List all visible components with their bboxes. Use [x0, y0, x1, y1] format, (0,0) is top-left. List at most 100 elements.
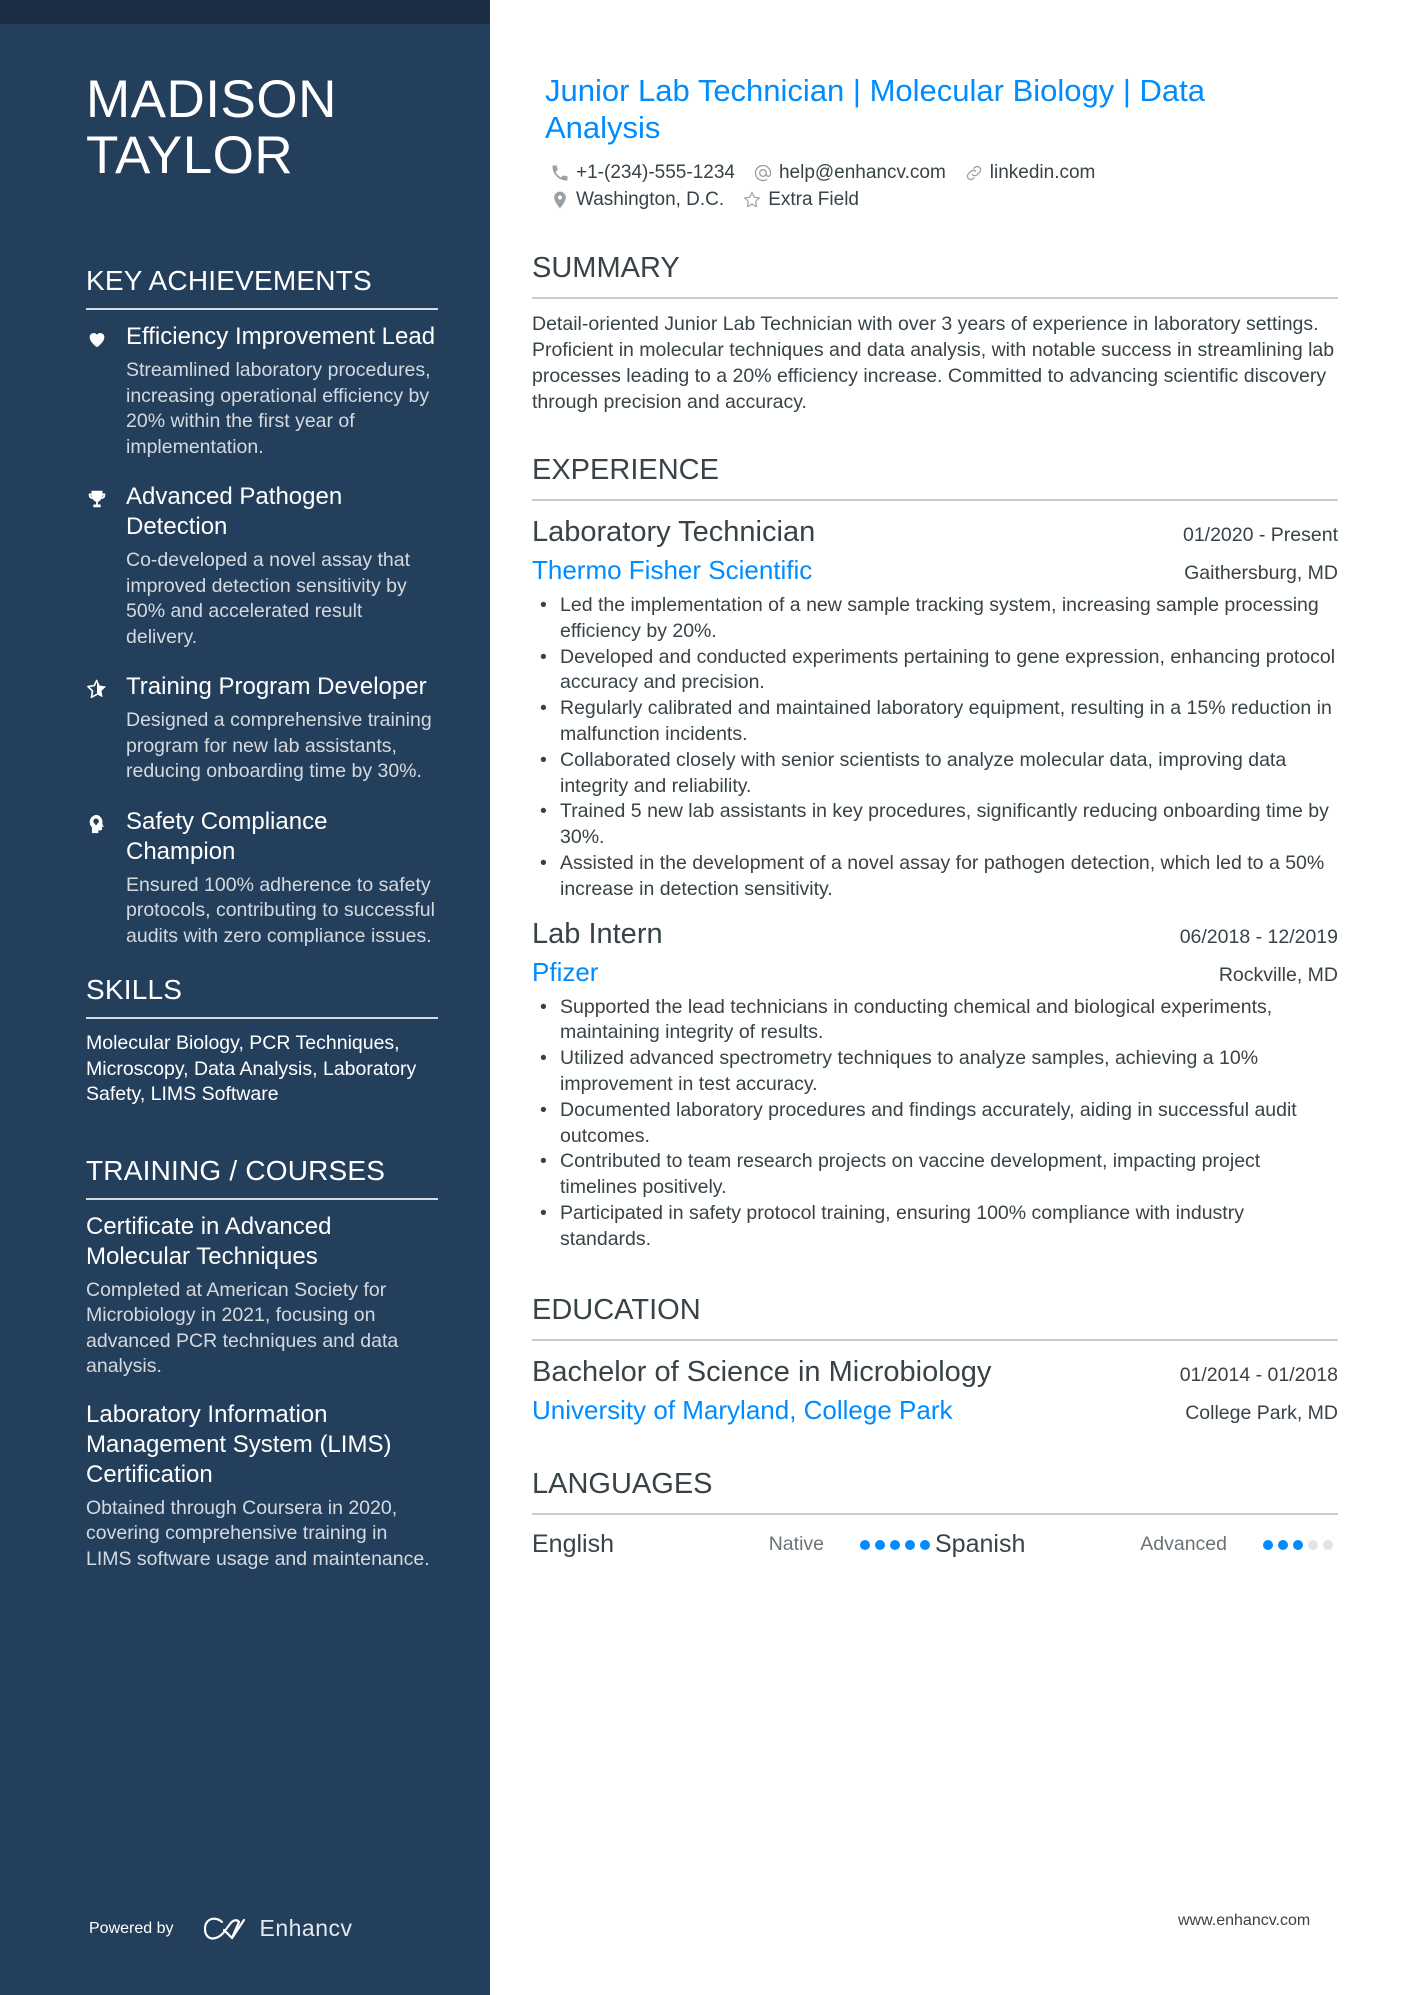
star-outline-icon — [744, 191, 761, 207]
language-name: Spanish — [935, 1530, 1026, 1559]
experience-bullets: Supported the lead technicians in conduc… — [532, 995, 1338, 1253]
language-name: English — [532, 1530, 614, 1559]
section-title: KEY ACHIEVEMENTS — [86, 264, 438, 310]
rating-dot — [1293, 1539, 1303, 1550]
experience-bullet: Contributed to team research projects on… — [532, 1149, 1338, 1201]
training-courses-section: TRAINING / COURSES Certificate in Advanc… — [86, 1154, 438, 1573]
experience-bullet: Supported the lead technicians in conduc… — [532, 995, 1338, 1047]
achievement-title: Efficiency Improvement Lead — [126, 323, 436, 350]
rating-dot — [875, 1539, 885, 1550]
language-level: Advanced — [1140, 1533, 1227, 1556]
enhancv-logo[interactable]: Enhancv — [202, 1915, 353, 1942]
school-location: College Park, MD — [1185, 1401, 1338, 1424]
experience-bullet: Participated in safety protocol training… — [532, 1201, 1338, 1253]
rating-dot — [905, 1539, 915, 1550]
course-description: Obtained through Coursera in 2020, cover… — [86, 1496, 430, 1570]
brand-name: Enhancv — [259, 1915, 353, 1941]
language-rating — [1263, 1539, 1338, 1550]
experience-bullet: Documented laboratory procedures and fin… — [532, 1098, 1338, 1150]
education-section: EDUCATION Bachelor of Science in Microbi… — [532, 1293, 1338, 1429]
summary-section: SUMMARY Detail-oriented Junior Lab Techn… — [532, 251, 1338, 415]
language-rating — [860, 1539, 935, 1550]
linkedin-contact[interactable]: linkedin.com — [964, 159, 1096, 186]
job-dates: 06/2018 - 12/2019 — [1179, 925, 1338, 948]
course-item: Laboratory Information Management System… — [86, 1400, 438, 1573]
head-icon — [86, 807, 126, 950]
skills-list: Molecular Biology, PCR Techniques, Micro… — [86, 1032, 417, 1105]
star-icon — [86, 672, 126, 785]
achievement-description: Designed a comprehensive training progra… — [126, 709, 432, 782]
summary-text: Detail-oriented Junior Lab Technician wi… — [532, 313, 1335, 413]
company-name[interactable]: Thermo Fisher Scientific — [532, 551, 812, 589]
language-item: English Native — [532, 1530, 935, 1559]
key-achievements-section: KEY ACHIEVEMENTS Efficiency Improvement … — [86, 264, 438, 949]
education-entry: Bachelor of Science in Microbiology 01/2… — [532, 1353, 1338, 1429]
powered-by: Powered by Enhancv — [89, 1915, 353, 1942]
job-location: Rockville, MD — [1218, 963, 1338, 986]
contact-info: +1-(234)-555-1234 help@enhancv.com linke… — [532, 159, 1338, 213]
achievement-title: Advanced Pathogen Detection — [126, 483, 343, 540]
section-title: EXPERIENCE — [532, 453, 1338, 501]
enhancv-logo-icon — [203, 1917, 245, 1939]
skills-section: SKILLS Molecular Biology, PCR Techniques… — [86, 973, 438, 1108]
languages-section: LANGUAGES English Native Spanish Advanced — [532, 1467, 1338, 1563]
course-title: Certificate in Advanced Molecular Techni… — [86, 1212, 332, 1270]
phone-number: +1-(234)-555-1234 — [576, 162, 735, 183]
achievement-item: Safety Compliance Champion Ensured 100% a… — [86, 807, 438, 950]
experience-entry: Lab Intern 06/2018 - 12/2019 Pfizer Rockvil… — [532, 915, 1338, 1253]
achievement-description: Streamlined laboratory procedures, incre… — [126, 359, 431, 458]
heart-icon — [86, 322, 126, 460]
footer-url[interactable]: www.enhancv.com — [1178, 1912, 1310, 1930]
job-title: Lab Intern — [532, 917, 663, 950]
company-name[interactable]: Pfizer — [532, 953, 598, 991]
location-pin-icon — [554, 191, 566, 208]
rating-dot — [1323, 1539, 1333, 1550]
course-description: Completed at American Society for Microb… — [86, 1278, 399, 1378]
experience-bullet: Led the implementation of a new sample t… — [532, 593, 1338, 645]
extra-field-text: Extra Field — [768, 189, 859, 210]
achievement-item: Efficiency Improvement Lead Streamlined l… — [86, 322, 438, 460]
experience-bullet: Regularly calibrated and maintained labo… — [532, 696, 1338, 748]
experience-bullets: Led the implementation of a new sample t… — [532, 593, 1338, 903]
email-contact[interactable]: help@enhancv.com — [753, 159, 946, 186]
main-content: Junior Lab Technician | Molecular Biolog… — [532, 72, 1338, 1563]
rating-dot — [860, 1539, 870, 1550]
achievement-title: Training Program Developer — [126, 673, 427, 700]
sidebar: MADISON TAYLOR KEY ACHIEVEMENTS Efficien… — [0, 0, 490, 1995]
linkedin-link: linkedin.com — [989, 162, 1096, 183]
extra-field: Extra Field — [742, 186, 859, 213]
phone-icon — [552, 165, 568, 180]
achievement-title: Safety Compliance Champion — [126, 807, 328, 865]
rating-dot — [1308, 1539, 1318, 1550]
section-title: TRAINING / COURSES — [86, 1154, 438, 1200]
course-item: Certificate in Advanced Molecular Techni… — [86, 1212, 438, 1380]
achievement-item: Advanced Pathogen Detection Co-developed … — [86, 482, 438, 650]
job-title: Laboratory Technician — [532, 516, 816, 548]
candidate-name: MADISON TAYLOR — [86, 70, 337, 185]
section-title: SKILLS — [86, 973, 438, 1019]
experience-section: EXPERIENCE Laboratory Technician 01/2020 … — [532, 453, 1338, 1253]
language-level: Native — [768, 1533, 824, 1556]
phone-contact[interactable]: +1-(234)-555-1234 — [550, 159, 735, 186]
rating-dot — [1263, 1539, 1273, 1550]
course-title: Laboratory Information Management System… — [86, 1400, 392, 1488]
achievement-item: Training Program Developer Designed a com… — [86, 672, 438, 785]
job-dates: 01/2020 - Present — [1182, 524, 1338, 546]
education-dates: 01/2014 - 01/2018 — [1179, 1363, 1338, 1386]
sidebar-top-band — [0, 0, 490, 24]
rating-dot — [920, 1539, 930, 1550]
experience-bullet: Assisted in the development of a novel a… — [532, 851, 1338, 903]
language-item: Spanish Advanced — [935, 1530, 1338, 1559]
rating-dot — [890, 1539, 900, 1550]
experience-bullet: Collaborated closely with senior scienti… — [532, 748, 1338, 800]
experience-bullet: Trained 5 new lab assistants in key proc… — [532, 799, 1338, 851]
school-name[interactable]: University of Maryland, College Park — [532, 1391, 953, 1429]
link-icon — [966, 165, 981, 180]
achievement-description: Co-developed a novel assay that improved… — [126, 549, 411, 648]
experience-entry: Laboratory Technician 01/2020 - Present Th… — [532, 513, 1338, 903]
section-title: SUMMARY — [532, 251, 1338, 299]
email-address: help@enhancv.com — [778, 162, 946, 183]
location-contact: Washington, D.C. — [550, 186, 724, 213]
rating-dot — [1278, 1539, 1288, 1550]
section-title: LANGUAGES — [532, 1467, 1338, 1515]
